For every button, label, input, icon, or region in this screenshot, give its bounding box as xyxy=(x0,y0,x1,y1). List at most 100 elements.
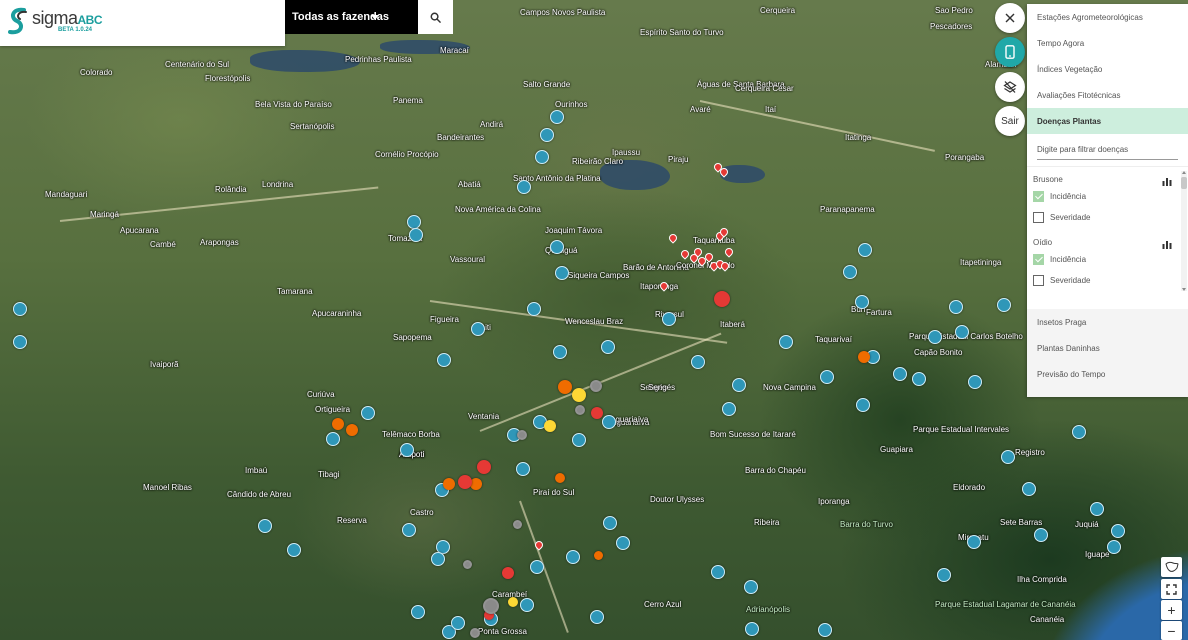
weather-station-marker[interactable] xyxy=(1090,502,1104,516)
weather-station-marker[interactable] xyxy=(13,335,27,349)
marker-cluster[interactable] xyxy=(594,551,603,560)
weather-station-marker[interactable] xyxy=(745,622,759,636)
weather-station-marker[interactable] xyxy=(602,415,616,429)
weather-station-marker[interactable] xyxy=(779,335,793,349)
weather-station-marker[interactable] xyxy=(967,535,981,549)
weather-station-marker[interactable] xyxy=(553,345,567,359)
toggle-layers-button[interactable] xyxy=(995,72,1025,102)
weather-station-marker[interactable] xyxy=(1107,540,1121,554)
weather-station-marker[interactable] xyxy=(818,623,832,637)
weather-station-marker[interactable] xyxy=(520,598,534,612)
zoom-in-button[interactable]: + xyxy=(1161,600,1182,620)
weather-station-marker[interactable] xyxy=(843,265,857,279)
incidence-checkbox[interactable] xyxy=(1033,191,1044,202)
marker-cluster[interactable] xyxy=(477,460,491,474)
weather-station-marker[interactable] xyxy=(572,433,586,447)
severity-checkbox-row[interactable]: Severidade xyxy=(1033,209,1188,226)
scroll-thumb[interactable] xyxy=(1181,177,1187,189)
marker-cluster[interactable] xyxy=(555,473,565,483)
weather-station-marker[interactable] xyxy=(616,536,630,550)
weather-station-marker[interactable] xyxy=(535,150,549,164)
weather-station-marker[interactable] xyxy=(893,367,907,381)
weather-station-marker[interactable] xyxy=(691,355,705,369)
incidence-checkbox-row[interactable]: Incidência xyxy=(1033,251,1188,268)
marker-cluster[interactable] xyxy=(513,520,522,529)
weather-station-marker[interactable] xyxy=(530,560,544,574)
weather-station-marker[interactable] xyxy=(603,516,617,530)
weather-station-marker[interactable] xyxy=(955,325,969,339)
severity-checkbox[interactable] xyxy=(1033,212,1044,223)
weather-station-marker[interactable] xyxy=(550,240,564,254)
marker-cluster[interactable] xyxy=(443,478,455,490)
map-style-button[interactable] xyxy=(1161,557,1182,577)
weather-station-marker[interactable] xyxy=(937,568,951,582)
weather-station-marker[interactable] xyxy=(540,128,554,142)
marker-cluster[interactable] xyxy=(332,418,344,430)
weather-station-marker[interactable] xyxy=(590,610,604,624)
weather-station-marker[interactable] xyxy=(566,550,580,564)
panel-menu-item[interactable]: Estações Agrometeorológicas xyxy=(1027,4,1188,30)
weather-station-marker[interactable] xyxy=(858,243,872,257)
panel-lower-menu-item[interactable]: Previsão do Tempo xyxy=(1027,361,1188,387)
weather-station-marker[interactable] xyxy=(968,375,982,389)
marker-cluster[interactable] xyxy=(714,291,730,307)
panel-lower-menu-item[interactable]: Insetos Praga xyxy=(1027,309,1188,335)
weather-station-marker[interactable] xyxy=(1072,425,1086,439)
weather-station-marker[interactable] xyxy=(928,330,942,344)
weather-station-marker[interactable] xyxy=(451,616,465,630)
weather-station-marker[interactable] xyxy=(732,378,746,392)
weather-station-marker[interactable] xyxy=(711,565,725,579)
marker-cluster[interactable] xyxy=(572,388,586,402)
weather-station-marker[interactable] xyxy=(517,180,531,194)
marker-cluster[interactable] xyxy=(470,628,480,638)
panel-lower-menu-item[interactable]: Plantas Daninhas xyxy=(1027,335,1188,361)
weather-station-marker[interactable] xyxy=(400,443,414,457)
disease-location-pin[interactable] xyxy=(667,232,679,244)
marker-cluster[interactable] xyxy=(508,597,518,607)
weather-station-marker[interactable] xyxy=(550,110,564,124)
marker-cluster[interactable] xyxy=(858,351,870,363)
search-button[interactable] xyxy=(418,0,453,34)
panel-menu-item[interactable]: Doenças Plantas xyxy=(1027,108,1188,134)
marker-cluster[interactable] xyxy=(463,560,472,569)
panel-menu-item[interactable]: Avaliações Fitotécnicas xyxy=(1027,82,1188,108)
weather-station-marker[interactable] xyxy=(1022,482,1036,496)
panel-menu-item[interactable]: Índices Vegetação xyxy=(1027,56,1188,82)
marker-cluster[interactable] xyxy=(575,405,585,415)
severity-checkbox[interactable] xyxy=(1033,275,1044,286)
weather-station-marker[interactable] xyxy=(411,605,425,619)
weather-station-marker[interactable] xyxy=(662,312,676,326)
marker-cluster[interactable] xyxy=(591,407,603,419)
weather-station-marker[interactable] xyxy=(912,372,926,386)
weather-station-marker[interactable] xyxy=(402,523,416,537)
mobile-view-button[interactable] xyxy=(995,37,1025,67)
weather-station-marker[interactable] xyxy=(856,398,870,412)
weather-station-marker[interactable] xyxy=(437,353,451,367)
incidence-checkbox[interactable] xyxy=(1033,254,1044,265)
weather-station-marker[interactable] xyxy=(471,322,485,336)
zoom-out-button[interactable]: − xyxy=(1161,621,1182,640)
bar-chart-icon[interactable] xyxy=(1162,239,1172,249)
weather-station-marker[interactable] xyxy=(527,302,541,316)
weather-station-marker[interactable] xyxy=(516,462,530,476)
scrollbar[interactable] xyxy=(1181,171,1187,291)
weather-station-marker[interactable] xyxy=(287,543,301,557)
weather-station-marker[interactable] xyxy=(722,402,736,416)
weather-station-marker[interactable] xyxy=(855,295,869,309)
weather-station-marker[interactable] xyxy=(431,552,445,566)
marker-cluster[interactable] xyxy=(346,424,358,436)
weather-station-marker[interactable] xyxy=(601,340,615,354)
weather-station-marker[interactable] xyxy=(1001,450,1015,464)
scroll-down-arrow[interactable] xyxy=(1182,288,1186,291)
weather-station-marker[interactable] xyxy=(555,266,569,280)
weather-station-marker[interactable] xyxy=(1111,524,1125,538)
marker-cluster[interactable] xyxy=(544,420,556,432)
panel-menu-item[interactable]: Tempo Agora xyxy=(1027,30,1188,56)
weather-station-marker[interactable] xyxy=(326,432,340,446)
marker-cluster[interactable] xyxy=(458,475,472,489)
fullscreen-button[interactable] xyxy=(1161,579,1182,599)
weather-station-marker[interactable] xyxy=(258,519,272,533)
weather-station-marker[interactable] xyxy=(13,302,27,316)
weather-station-marker[interactable] xyxy=(744,580,758,594)
marker-cluster[interactable] xyxy=(558,380,572,394)
